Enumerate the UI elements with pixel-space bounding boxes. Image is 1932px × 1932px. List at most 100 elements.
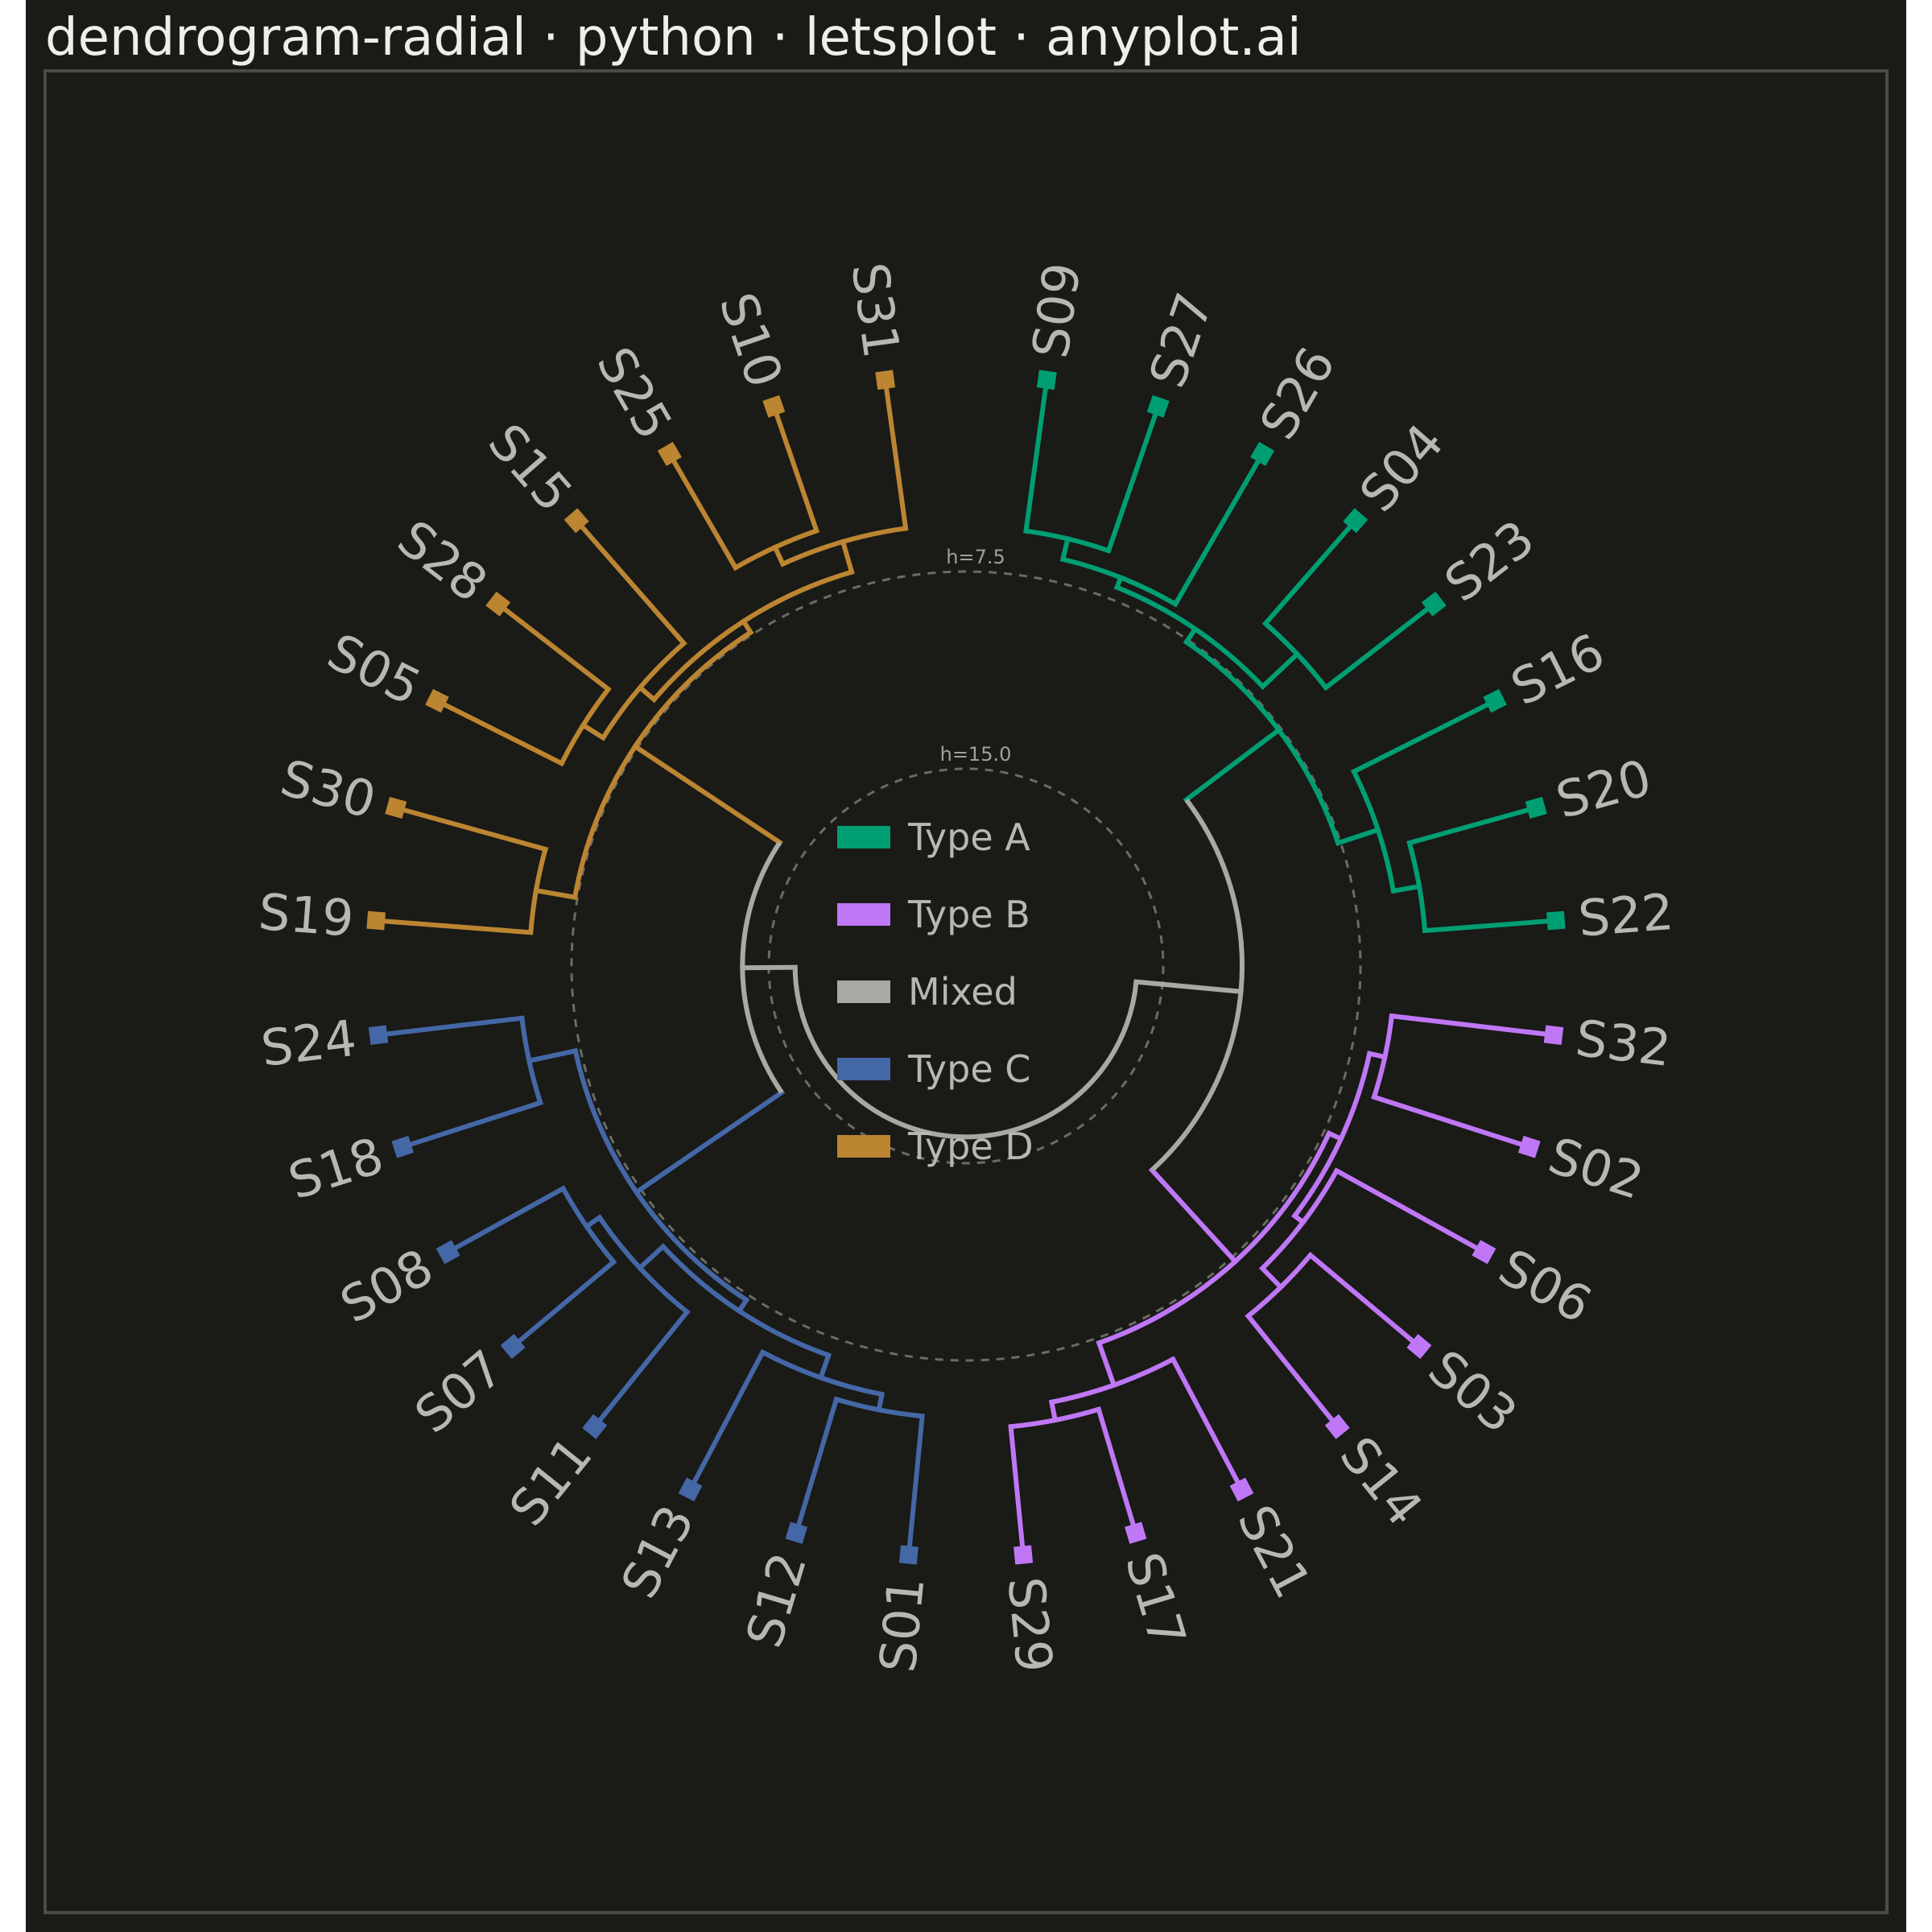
branch-radial xyxy=(1172,450,1266,608)
legend-swatch xyxy=(837,1135,890,1158)
leaf-marker xyxy=(368,1025,389,1045)
legend-label: Type A xyxy=(907,815,1030,859)
branch-radial xyxy=(1105,403,1162,554)
leaf-label: S06 xyxy=(1489,1237,1601,1335)
legend-swatch xyxy=(837,1058,890,1080)
leaf-label: S22 xyxy=(1576,882,1676,948)
legend-item: Type B xyxy=(837,893,1030,936)
branch-radial xyxy=(444,1185,567,1256)
legend-label: Type B xyxy=(907,893,1030,936)
leaf-label: S21 xyxy=(1226,1496,1323,1608)
branch-radial xyxy=(1245,1312,1341,1430)
leaf-label: S19 xyxy=(257,882,357,948)
branch-radial xyxy=(771,543,786,568)
branch-radial xyxy=(373,918,534,935)
leaf-label: S11 xyxy=(498,1426,604,1537)
legend-label: Mixed xyxy=(908,970,1018,1013)
branch-radial xyxy=(636,683,658,704)
branch-radial xyxy=(817,1352,832,1381)
branch-radial xyxy=(375,1015,525,1038)
branch-radial xyxy=(882,377,909,531)
leaf-label: S14 xyxy=(1328,1426,1434,1537)
branch-radial xyxy=(1096,1406,1139,1536)
leaf-marker xyxy=(1229,1477,1254,1502)
leaf-label: S24 xyxy=(258,1009,360,1078)
leaf-marker xyxy=(425,688,449,713)
leaf-marker xyxy=(875,369,896,390)
branch-radial xyxy=(636,1243,667,1272)
branch-radial xyxy=(793,1396,840,1536)
leaf-label: S10 xyxy=(708,286,794,395)
leaf-marker xyxy=(1546,910,1566,931)
branch-radial xyxy=(1258,1265,1285,1291)
leaf-marker xyxy=(1250,441,1275,466)
leaf-label: S09 xyxy=(1021,259,1092,361)
branch-radial xyxy=(1390,883,1422,894)
leaf-marker xyxy=(898,1545,919,1565)
leaf-label: S02 xyxy=(1542,1126,1650,1212)
leaf-marker xyxy=(1483,688,1507,713)
leaf-label: S20 xyxy=(1550,748,1657,830)
legend-item: Type A xyxy=(837,815,1030,859)
legend: Type A Type B Mixed Type C Type D xyxy=(837,815,1034,1168)
branch-radial xyxy=(1322,601,1438,691)
branch-radial xyxy=(740,617,754,636)
branch-radial xyxy=(1048,1399,1059,1423)
legend-label: Type C xyxy=(907,1047,1030,1091)
branch-radial xyxy=(494,601,612,693)
branch-radial xyxy=(1023,377,1050,534)
leaf-label: S30 xyxy=(275,748,382,830)
ring-label: h=7.5 xyxy=(946,546,1005,568)
branch-radial xyxy=(1389,1013,1557,1038)
branch-radial xyxy=(1133,979,1244,995)
leaf-label: S01 xyxy=(868,1575,935,1675)
leaf-label: S03 xyxy=(1418,1339,1529,1445)
leaf-marker xyxy=(436,1240,460,1265)
branch-radial xyxy=(591,1308,691,1430)
branch-radial xyxy=(393,804,549,852)
legend-label: Type D xyxy=(907,1125,1034,1168)
leaf-label: S28 xyxy=(387,509,498,613)
legend-item: Mixed xyxy=(837,970,1018,1013)
branch-radial xyxy=(1371,1094,1533,1150)
branch-radial xyxy=(687,1348,766,1493)
branch-radial xyxy=(1422,918,1559,934)
branch-radial xyxy=(666,450,739,572)
leaf-marker xyxy=(385,796,407,819)
leaf-marker xyxy=(391,1135,415,1158)
leaf-labels: S09 S27 S26S04S23S16S20S22S32S02S06S03S14S… xyxy=(257,259,1676,1675)
branch-radial xyxy=(580,721,607,741)
branch-radial xyxy=(633,1088,786,1196)
branch-radial xyxy=(906,1413,925,1558)
leaf-label: S27 xyxy=(1137,286,1224,395)
branch-radial xyxy=(1350,697,1499,775)
branch-radial xyxy=(1406,804,1539,846)
leaf-marker xyxy=(1036,369,1057,390)
branch-radial xyxy=(1148,1166,1239,1265)
radial-dendrogram-chart: h=7.5 h=15.0 S09 S27 S26S04S23S16 S20 S22 S32 S… xyxy=(43,69,1889,1914)
branch-arc xyxy=(652,569,852,701)
leaf-marker xyxy=(762,394,786,418)
leaf-marker xyxy=(1146,394,1170,418)
leaf-marker xyxy=(1472,1240,1496,1265)
leaf-label: S25 xyxy=(585,337,683,449)
leaf-label: S18 xyxy=(282,1126,390,1212)
branch-radial xyxy=(770,403,820,535)
leaf-label: S12 xyxy=(734,1546,818,1654)
branch-radial xyxy=(526,1047,579,1064)
leaf-marker xyxy=(1013,1545,1034,1565)
branch-radial xyxy=(1261,517,1360,627)
leaf-label: S04 xyxy=(1348,413,1455,523)
leaf-label: S13 xyxy=(609,1496,706,1608)
branch-radial xyxy=(533,887,578,901)
legend-swatch xyxy=(837,903,890,926)
leaf-marker xyxy=(785,1521,807,1544)
branch-radial xyxy=(1259,650,1301,691)
legend-swatch xyxy=(837,826,890,848)
leaf-label: S16 xyxy=(1502,621,1613,716)
branch-radial xyxy=(631,743,783,846)
leaf-label: S32 xyxy=(1573,1009,1674,1078)
leaf-marker xyxy=(1517,1135,1541,1158)
branch-radial xyxy=(1096,1340,1117,1389)
leaf-label: S29 xyxy=(997,1575,1064,1675)
